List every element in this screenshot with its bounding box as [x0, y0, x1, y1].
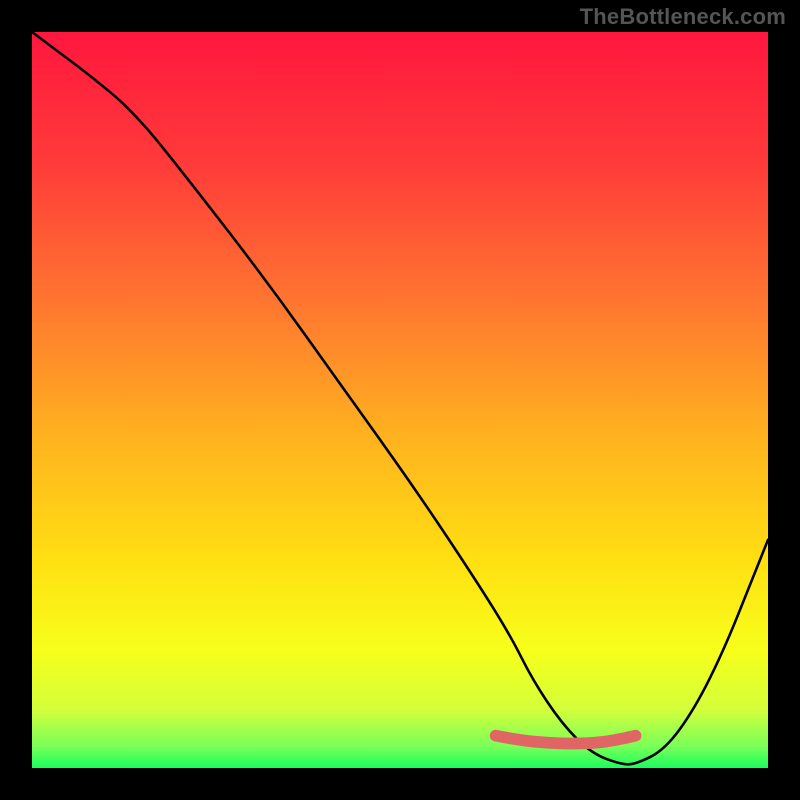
curve-layer — [32, 32, 768, 768]
chart-frame: TheBottleneck.com — [0, 0, 800, 800]
watermark-text: TheBottleneck.com — [580, 4, 786, 30]
optimal-marker — [496, 736, 636, 744]
bottleneck-curve — [32, 32, 768, 764]
plot-area — [32, 32, 768, 768]
